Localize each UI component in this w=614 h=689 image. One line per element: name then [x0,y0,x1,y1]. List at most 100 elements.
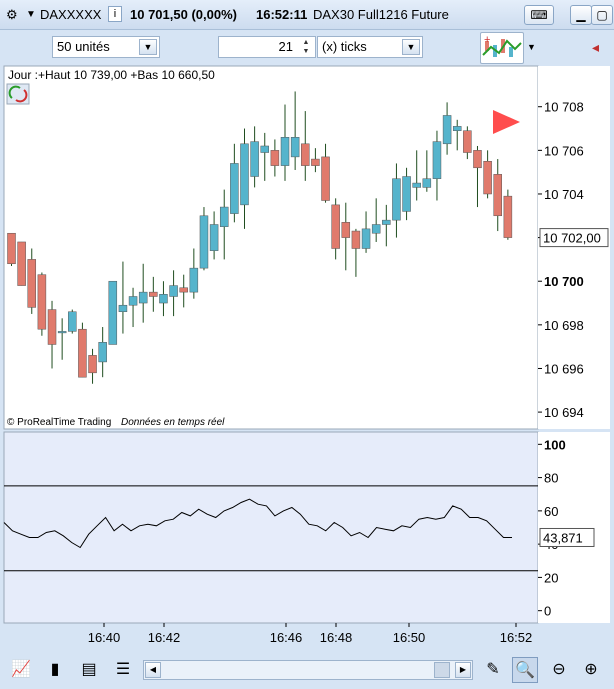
price-tick-label: 10 696 [544,361,584,376]
chart-toolbar: 50 unités ▼ 21 ▲ ▼ (x) ticks ▼ + ▼ ◂ [0,31,614,66]
candle-up [230,163,239,214]
chevron-down-icon[interactable]: ▼ [527,42,536,52]
candle-down [341,222,351,238]
chart-svg[interactable]: 10 708 10 706 10 704 10 702,00 10 700 10 698 1… [3,65,610,645]
candle-down [483,161,492,195]
time-tick-label: 16:46 [270,630,303,645]
credit-feed: Données en temps réel [121,417,225,428]
chevron-down-icon[interactable]: ▼ [139,39,157,55]
chart-area[interactable]: 10 708 10 706 10 704 10 702,00 10 700 10 698 1… [3,65,610,645]
zoom-fit-icon[interactable]: 🔍 [512,657,538,683]
candlestick-icon[interactable]: ▮ [42,657,68,683]
candle-up [159,294,168,304]
title-bar: ⚙ ▼ DAXXXXX i 10 701,50 (0,00%) 16:52:11… [0,0,614,30]
candle-up [260,145,269,153]
order-book-icon[interactable]: ▤ [76,657,102,683]
clock: 16:52:11 [256,7,308,22]
price-tick-label: 10 708 [544,100,584,115]
price-tick-label: 10 698 [544,318,584,333]
candle-up [250,141,259,177]
bottom-toolbar: 📈 ▮ ▤ ☰ ◀ ▶ ✎ 🔍 ⊖ ⊕ [0,652,614,689]
candle-down [7,232,16,265]
info-icon[interactable]: i [108,6,122,22]
time-tick-label: 16:50 [393,630,426,645]
oscillator-axis [538,432,610,623]
scroll-left-icon[interactable]: ◀ [145,662,161,678]
horizontal-scrollbar[interactable]: ◀ ▶ [143,660,473,680]
candle-up [169,285,178,297]
osc-tick-label: 20 [544,570,558,585]
candle-up [422,178,432,188]
osc-tick-label: 60 [544,504,558,519]
instrument-name[interactable]: DAXXXXX [40,7,101,22]
candle-up [452,126,462,131]
minimize-button[interactable]: ▁ [570,5,592,25]
price-legend: Jour :+Haut 10 739,00 +Bas 10 660,50 [8,68,215,82]
candle-up [199,215,209,269]
osc-last-value-label: 43,871 [543,530,583,545]
indicators-icon[interactable]: + [480,32,524,64]
zoom-out-icon[interactable]: ⊖ [546,657,572,683]
ticks-unit-select[interactable]: (x) ticks ▼ [317,36,423,58]
candle-down [351,230,361,249]
candle-down [149,291,158,297]
candle-down [270,150,280,166]
candle-down [311,158,320,166]
candle-up [118,304,128,313]
candle-down [78,328,87,378]
zoom-in-icon[interactable]: ⊕ [578,657,604,683]
candle-up [392,178,401,221]
candle-down [321,156,330,201]
candle-up [68,311,77,332]
refresh-icon[interactable] [6,83,30,105]
price-tick-label: 10 706 [544,143,584,158]
oscillator-panel[interactable] [3,431,539,624]
candle-up [402,176,411,212]
chevron-down-icon[interactable]: ▼ [402,39,420,55]
osc-tick-label: 80 [544,471,558,486]
dropdown-arrow-icon[interactable]: ▼ [26,9,36,20]
side-panel-toggle-icon[interactable]: ◂ [592,39,599,56]
candle-down [463,130,472,153]
candle-down [17,241,26,286]
candle-down [27,259,37,308]
stepper-arrows-icon[interactable]: ▲ ▼ [298,38,314,56]
candle-down [47,309,57,345]
price-tick-label: 10 700 [544,274,584,289]
candle-up [219,206,229,227]
candle-up [412,182,421,188]
time-tick-label: 16:52 [500,630,533,645]
candle-up [240,143,249,206]
time-tick-label: 16:42 [148,630,181,645]
list-icon[interactable]: ☰ [110,657,136,683]
candle-up [361,228,371,249]
candle-up [138,291,148,304]
scroll-thumb[interactable] [434,662,450,678]
candle-up [280,137,290,166]
units-select[interactable]: 50 unités ▼ [52,36,160,58]
chart-type-icon[interactable]: 📈 [8,657,34,683]
candle-down [301,143,310,166]
price-tick-label: 10 704 [544,187,584,202]
keyboard-icon[interactable]: ⌨ [524,5,554,25]
candle-up [108,280,118,345]
price-info: 10 701,50 (0,00%) [130,7,237,22]
candle-up [98,342,107,363]
scroll-right-icon[interactable]: ▶ [455,662,471,678]
ticks-unit: (x) ticks [322,39,367,54]
candle-down [88,355,97,374]
candle-up [371,224,381,234]
svg-text:+: + [484,34,490,46]
candle-up [290,137,300,158]
candle-up [442,115,452,145]
gear-icon[interactable]: ⚙ [6,7,18,23]
candle-down [179,287,188,293]
candle-up [382,219,391,225]
candle-down [331,204,340,249]
candle-up [432,141,442,179]
ticks-stepper[interactable]: 21 ▲ ▼ [218,36,316,58]
maximize-button[interactable]: ▢ [591,5,613,25]
last-price-label: 10 702,00 [543,231,601,246]
drawing-tool-icon[interactable]: ✎ [480,657,506,683]
candle-up [128,296,138,306]
